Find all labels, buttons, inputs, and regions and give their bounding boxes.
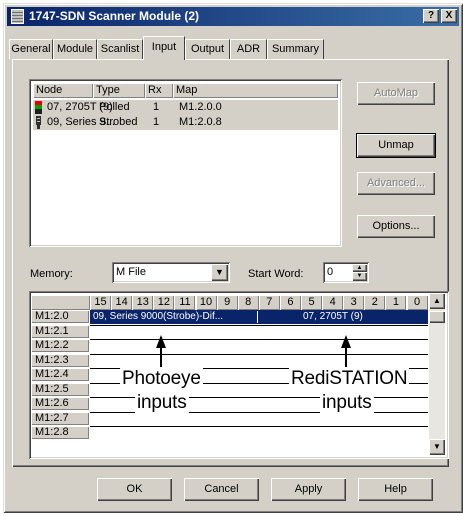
start-word-field[interactable]: 0 ▲ ▼: [323, 262, 369, 283]
options-button[interactable]: Options...: [357, 215, 435, 238]
scroll-thumb[interactable]: [429, 311, 445, 323]
map-cell: M1:2.0.8: [179, 116, 222, 128]
memory-label: Memory:: [30, 268, 73, 280]
tab-scanlist[interactable]: Scanlist: [97, 39, 143, 59]
automap-button[interactable]: AutoMap: [357, 82, 435, 105]
dialog-window: 1747-SDN Scanner Module (2) ? X General …: [3, 3, 463, 513]
bit-map-grid[interactable]: 15 14 13 12 11 10 9 8 7 6 5 4 3 2 1 0 M1:2.0 M1:2.1 M1:2.…: [29, 291, 449, 459]
type-cell: Polled: [99, 101, 130, 113]
rediststation-annotation-line1: RediSTATION: [289, 368, 410, 390]
rx-cell: 1: [153, 116, 160, 128]
advanced-button[interactable]: Advanced...: [357, 172, 435, 195]
window-title: 1747-SDN Scanner Module (2): [29, 9, 200, 23]
start-word-value: 0: [327, 266, 334, 278]
title-bar[interactable]: 1747-SDN Scanner Module (2) ? X: [7, 7, 459, 26]
grid-scrollbar[interactable]: ▲ ▼: [429, 293, 445, 455]
scroll-up-icon[interactable]: ▲: [429, 293, 445, 309]
help-dialog-button[interactable]: Help: [358, 478, 433, 501]
photoeye-annotation-line1: Photoeye: [120, 368, 203, 390]
spin-up-icon[interactable]: ▲: [352, 264, 367, 272]
tab-module[interactable]: Module: [53, 39, 97, 59]
rediststation-arrowhead: [341, 335, 351, 348]
spin-down-icon[interactable]: ▼: [352, 272, 367, 281]
rediststation-annotation-line2: inputs: [320, 392, 374, 414]
chevron-down-icon[interactable]: ▼: [211, 264, 228, 281]
close-button[interactable]: X: [441, 9, 457, 23]
column-header-rx[interactable]: Rx: [145, 83, 173, 98]
tab-output[interactable]: Output: [185, 39, 230, 59]
input-tab-panel: Node Type Rx Map 07, 2705T (9) Polled 1 …: [12, 59, 449, 467]
ok-button[interactable]: OK: [97, 478, 172, 501]
app-icon: [11, 9, 24, 24]
memory-select-value: M File: [116, 266, 146, 278]
node-row[interactable]: 07, 2705T (9) Polled 1 M1.2.0.0: [33, 100, 338, 115]
unmap-button[interactable]: Unmap: [356, 133, 436, 158]
apply-button[interactable]: Apply: [271, 478, 346, 501]
tab-summary[interactable]: Summary: [267, 39, 324, 59]
photoeye-icon: [35, 116, 42, 129]
node-list[interactable]: Node Type Rx Map 07, 2705T (9) Polled 1 …: [29, 79, 342, 247]
tab-general[interactable]: General: [9, 39, 53, 59]
photoeye-arrowhead: [156, 335, 166, 348]
start-word-label: Start Word:: [248, 268, 304, 280]
photoeye-annotation-line2: inputs: [135, 392, 189, 414]
type-cell: Strobed: [99, 116, 138, 128]
column-header-node[interactable]: Node: [33, 83, 93, 98]
memory-select[interactable]: M File ▼: [112, 262, 230, 283]
rx-cell: 1: [153, 101, 160, 113]
scroll-down-icon[interactable]: ▼: [429, 439, 445, 455]
cancel-button[interactable]: Cancel: [184, 478, 259, 501]
column-header-map[interactable]: Map: [173, 83, 338, 98]
stacklight-icon: [35, 101, 42, 114]
column-header-type[interactable]: Type: [93, 83, 145, 98]
help-button[interactable]: ?: [423, 9, 439, 23]
map-cell: M1.2.0.0: [179, 101, 222, 113]
tab-adr[interactable]: ADR: [230, 39, 267, 59]
node-row[interactable]: 09, Series 9... Strobed 1 M1:2.0.8: [33, 115, 338, 130]
tab-input[interactable]: Input: [143, 36, 185, 60]
